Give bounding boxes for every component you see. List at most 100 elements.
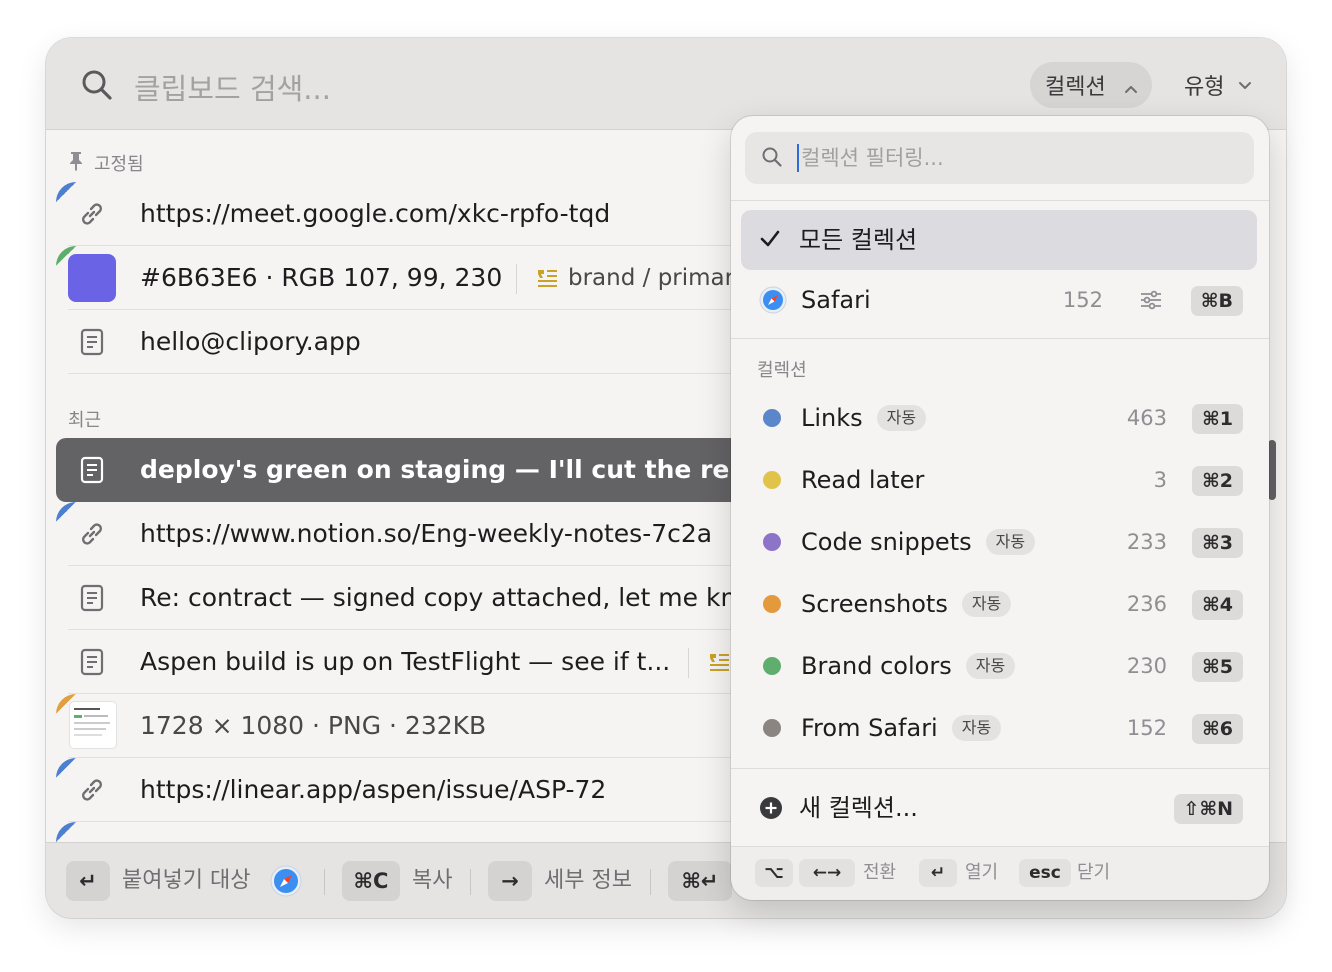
collection-label: Read later <box>801 466 925 494</box>
clip-text: deploy's green on staging — I'll cut the… <box>140 455 830 484</box>
item-count: 3 <box>1153 468 1167 492</box>
footer-separator <box>650 869 651 895</box>
app-filter-safari[interactable]: Safari 152 ⌘B <box>741 270 1257 330</box>
type-filter-button[interactable]: 유형 <box>1184 62 1252 108</box>
item-count: 152 <box>1062 288 1103 312</box>
link-corner-tag <box>56 822 76 842</box>
text-document-icon <box>76 454 108 486</box>
collection-filter-button[interactable]: 컬렉션 <box>1030 62 1152 108</box>
link-corner-tag <box>56 758 76 778</box>
clip-tag: brand / primary <box>568 265 748 291</box>
clip-text: https://www.notion.so/Eng-weekly-notes-7… <box>140 519 713 548</box>
esc-key: esc <box>1019 859 1071 887</box>
link-corner-tag <box>56 502 76 522</box>
safari-icon <box>270 865 302 901</box>
collection-item-read-later[interactable]: Read later 3 ⌘2 <box>741 450 1257 510</box>
clip-text: https://linear.app/aspen/issue/ASP-72 <box>140 775 607 804</box>
auto-badge: 자동 <box>876 405 927 431</box>
pin-icon <box>68 151 84 176</box>
chevron-up-icon <box>1124 78 1138 103</box>
copy-label: 복사 <box>412 868 453 893</box>
collections-header: 컬렉션 <box>757 360 807 381</box>
clip-text: #6B63E6 · RGB 107, 99, 230 <box>140 263 503 292</box>
item-count: 230 <box>1126 654 1167 678</box>
paste-target-label: 붙여넣기 대상 <box>122 868 251 893</box>
pinned-header: 고정됨 <box>68 150 144 176</box>
arrows-key: ←→ <box>799 859 855 887</box>
plus-circle-icon <box>759 796 783 824</box>
item-count: 463 <box>1126 406 1167 430</box>
shortcut-badge: ⌘5 <box>1192 652 1243 682</box>
close-label: 닫기 <box>1077 862 1111 883</box>
recent-header: 최근 <box>68 406 101 432</box>
shortcut-badge: ⌘4 <box>1192 590 1243 620</box>
tag-icon <box>536 266 558 292</box>
footer-separator <box>324 869 325 895</box>
auto-badge: 자동 <box>961 591 1012 617</box>
collection-label: Brand colors 자동 <box>801 636 1016 696</box>
shortcut-badge: ⌘B <box>1190 286 1243 316</box>
new-collection-label: 새 컬렉션... <box>799 794 918 822</box>
enter-key: ↵ <box>66 861 110 901</box>
chevron-down-icon <box>1238 73 1252 98</box>
text-caret <box>797 144 799 172</box>
link-icon <box>76 198 108 230</box>
text-document-icon <box>76 582 108 614</box>
collection-color-dot <box>763 719 781 737</box>
tag-separator <box>688 648 689 678</box>
all-collections-item[interactable]: 모든 컬렉션 <box>741 210 1257 270</box>
collection-label: Screenshots 자동 <box>801 574 1012 634</box>
clip-text: Re: contract — signed copy attached, let… <box>140 583 751 612</box>
shortcut-badge: ⌘6 <box>1192 714 1243 744</box>
collection-item-from-safari[interactable]: From Safari 자동 152 ⌘6 <box>741 698 1257 758</box>
collection-color-dot <box>763 657 781 675</box>
safari-icon <box>759 286 787 318</box>
clip-text: https://meet.google.com/xkc-rpfo-tqd <box>140 199 611 228</box>
shortcut-badge: ⌘1 <box>1192 404 1243 434</box>
filter-placeholder: 컬렉션 필터링... <box>801 146 944 170</box>
tag-icon <box>708 650 730 676</box>
switch-label: 전환 <box>863 862 897 883</box>
collection-item-screenshots[interactable]: Screenshots 자동 236 ⌘4 <box>741 574 1257 634</box>
option-key: ⌥ <box>755 859 793 887</box>
collection-filter-input[interactable]: 컬렉션 필터링... <box>745 132 1254 184</box>
shortcut-badge: ⌘3 <box>1192 528 1243 558</box>
item-count: 236 <box>1126 592 1167 616</box>
collection-color-dot <box>763 595 781 613</box>
sliders-icon[interactable] <box>1139 289 1163 315</box>
item-count: 233 <box>1126 530 1167 554</box>
copy-key: ⌘C <box>342 861 400 901</box>
link-corner-tag <box>56 182 76 202</box>
popover-hints: ⌥ ←→ 전환 ↵ 열기 esc 닫기 <box>731 846 1269 900</box>
pinned-header-label: 고정됨 <box>94 154 144 175</box>
clip-text: hello@clipory.app <box>140 327 361 356</box>
popover-divider <box>731 338 1269 339</box>
search-icon <box>761 146 783 172</box>
search-input[interactable]: 클립보드 검색... <box>134 66 331 108</box>
shortcut-badge: ⌘2 <box>1192 466 1243 496</box>
app-filter-label: Safari <box>801 286 871 314</box>
collection-color-dot <box>763 471 781 489</box>
color-corner-tag <box>56 246 76 266</box>
new-collection-button[interactable]: 새 컬렉션... ⇧⌘N <box>741 778 1257 838</box>
enter-key: ↵ <box>919 859 957 887</box>
detail-key: → <box>488 861 532 901</box>
auto-badge: 자동 <box>985 529 1036 555</box>
collection-item-code-snippets[interactable]: Code snippets 자동 233 ⌘3 <box>741 512 1257 572</box>
shortcut-badge: ⇧⌘N <box>1173 794 1243 824</box>
collection-filter-label: 컬렉션 <box>1045 75 1106 100</box>
type-filter-label: 유형 <box>1184 75 1225 100</box>
collection-label: Code snippets 자동 <box>801 512 1036 572</box>
collection-item-brand-colors[interactable]: Brand colors 자동 230 ⌘5 <box>741 636 1257 696</box>
collection-popover: 컬렉션 필터링... 모든 컬렉션 Safari 152 ⌘B 컬렉션 Link… <box>731 116 1269 900</box>
auto-badge: 자동 <box>965 653 1016 679</box>
popover-divider <box>731 200 1269 201</box>
link-icon <box>76 774 108 806</box>
detail-label: 세부 정보 <box>544 868 632 893</box>
collection-color-dot <box>763 409 781 427</box>
clip-text: Aspen build is up on TestFlight — see if… <box>140 647 671 676</box>
collection-label: From Safari 자동 <box>801 698 1002 758</box>
scrollbar-thumb[interactable] <box>1268 440 1276 500</box>
link-icon <box>76 518 108 550</box>
collection-item-links[interactable]: Links 자동 463 ⌘1 <box>741 388 1257 448</box>
